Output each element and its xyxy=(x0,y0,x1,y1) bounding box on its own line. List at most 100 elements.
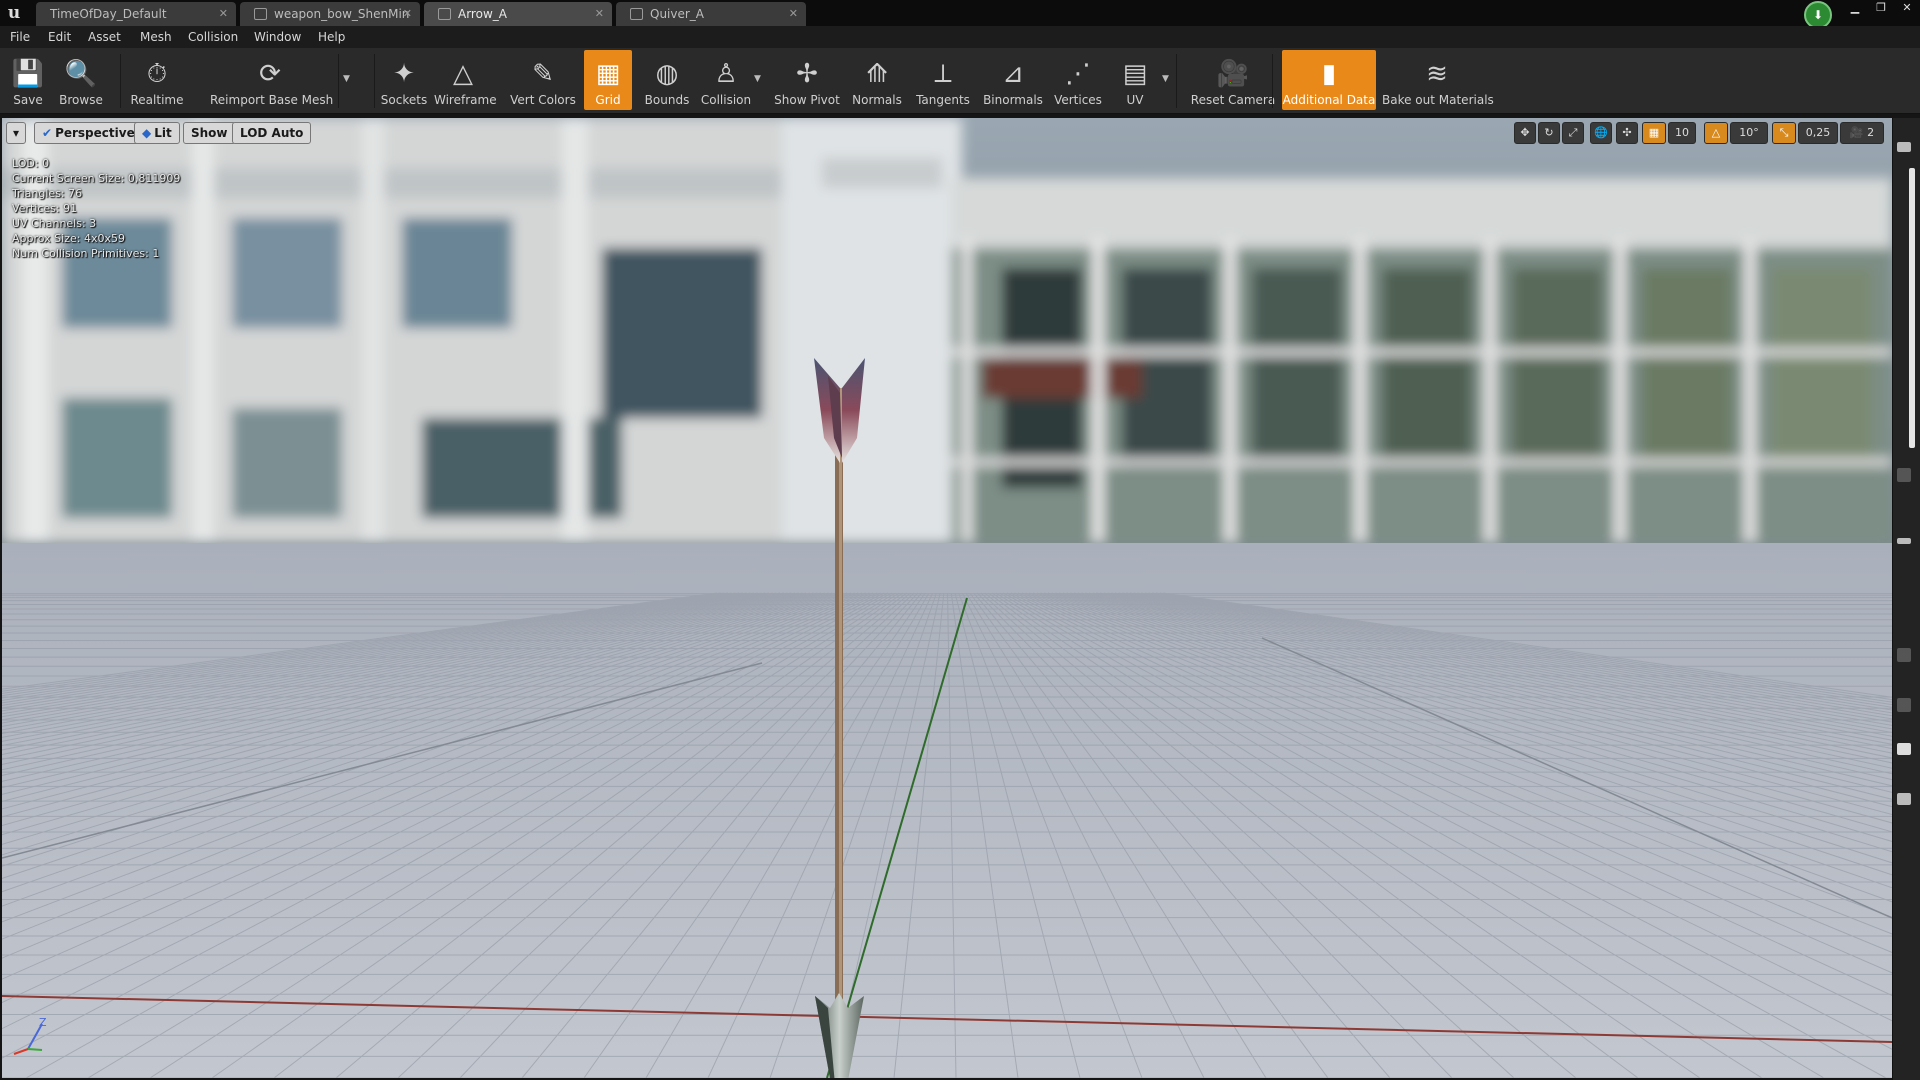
vert-colors-button[interactable]: ✎ Vert Colors xyxy=(500,50,586,110)
vertices-icon: ⋰ xyxy=(1065,59,1091,89)
toolbar-label: Browse xyxy=(59,93,103,107)
toolbar-label: Vertices xyxy=(1054,93,1102,107)
rotate-tool[interactable]: ↻ xyxy=(1538,122,1560,144)
show-pivot-button[interactable]: ✢ Show Pivot xyxy=(770,50,844,110)
additional-data-icon: ▮ xyxy=(1321,59,1337,89)
dropdown-arrow-icon[interactable]: ▼ xyxy=(343,74,350,84)
toolbar-label: Tangents xyxy=(916,93,970,107)
grid-button[interactable]: ▦ Grid xyxy=(584,50,632,110)
viewport-scene[interactable] xyxy=(2,118,1892,1078)
tab-0[interactable]: TimeOfDay_Default ✕ xyxy=(36,2,236,26)
grid-snap-toggle[interactable]: ▦ xyxy=(1642,122,1666,144)
tab-1[interactable]: weapon_bow_ShenMin ✕ xyxy=(240,2,420,26)
realtime-button[interactable]: ⏱ Realtime xyxy=(126,50,188,110)
realtime-icon: ⏱ xyxy=(146,59,168,89)
lighting-mode-button[interactable]: ◆ Lit xyxy=(134,122,180,144)
close-icon[interactable]: ✕ xyxy=(789,2,798,26)
unreal-logo[interactable]: u xyxy=(0,0,28,26)
translate-tool[interactable]: ✥ xyxy=(1514,122,1536,144)
save-button[interactable]: 💾 Save xyxy=(6,50,50,110)
reimport-base-mesh-button[interactable]: ⟳ Reimport Base Mesh xyxy=(210,50,334,110)
close-window-button[interactable]: ✕ xyxy=(1894,0,1920,18)
camera-speed[interactable]: 🎥 2 xyxy=(1840,122,1884,144)
lod-button[interactable]: LOD Auto xyxy=(232,122,312,144)
menu-window[interactable]: Window xyxy=(254,26,301,48)
binormals-button[interactable]: ⊿ Binormals xyxy=(978,50,1048,110)
toolbar-label: Sockets xyxy=(380,93,428,107)
additional-data-button[interactable]: ▮ Additional Data xyxy=(1282,50,1376,110)
wireframe-icon: △ xyxy=(453,59,473,89)
tangents-button[interactable]: ⟂ Tangents xyxy=(908,50,978,110)
property-field[interactable] xyxy=(1897,468,1911,482)
viewport[interactable]: ▾ ✔ Perspective ◆ Lit Show LOD Auto ✥ ↻ ⤢ 🌐 ✣ ▦… xyxy=(2,118,1892,1078)
wireframe-button[interactable]: △ Wireframe xyxy=(434,50,497,110)
toolbar-label: Normals xyxy=(852,93,902,107)
scrollbar[interactable] xyxy=(1909,168,1915,448)
menu-asset[interactable]: Asset xyxy=(88,26,121,48)
expand-arrow-icon[interactable] xyxy=(1897,538,1911,544)
show-flags-button[interactable]: Show xyxy=(183,122,236,144)
checkbox[interactable] xyxy=(1897,743,1911,755)
toolbar-label: Realtime xyxy=(130,93,184,107)
normals-button[interactable]: ⟰ Normals xyxy=(848,50,906,110)
menu-help[interactable]: Help xyxy=(318,26,345,48)
grid-icon: ▦ xyxy=(595,59,621,89)
minimize-button[interactable]: ▁ xyxy=(1842,0,1868,18)
menu-file[interactable]: File xyxy=(10,26,30,48)
bake-out-materials-button[interactable]: ≋ Bake out Materials xyxy=(1382,50,1494,110)
sockets-button[interactable]: ✦ Sockets xyxy=(378,50,430,110)
toolbar-label: Show Pivot xyxy=(774,93,840,107)
close-icon[interactable]: ✕ xyxy=(403,2,412,26)
view-mode-button[interactable]: ✔ Perspective xyxy=(34,122,143,144)
world-local-toggle[interactable]: 🌐 xyxy=(1590,122,1612,144)
rotation-snap-value[interactable]: 10° xyxy=(1730,122,1768,144)
property-field[interactable] xyxy=(1897,698,1911,712)
toolbar-label: Vert Colors xyxy=(510,93,576,107)
vert-colors-icon: ✎ xyxy=(532,59,554,89)
static-mesh-icon xyxy=(438,8,451,20)
menu-edit[interactable]: Edit xyxy=(48,26,71,48)
panel-tab-icon[interactable] xyxy=(1897,142,1911,152)
camera-icon: 🎥 xyxy=(1216,59,1250,89)
scale-snap-value[interactable]: 0,25 xyxy=(1798,122,1838,144)
tab-3[interactable]: Quiver_A ✕ xyxy=(616,2,806,26)
close-icon[interactable]: ✕ xyxy=(219,2,228,26)
dropdown-arrow-icon[interactable]: ▼ xyxy=(1162,74,1169,84)
uv-button[interactable]: ▤ UV xyxy=(1110,50,1160,110)
bounds-button[interactable]: ◍ Bounds xyxy=(640,50,694,110)
close-icon[interactable]: ✕ xyxy=(595,2,604,26)
wrench-icon[interactable] xyxy=(1897,793,1911,805)
viewport-options-menu[interactable]: ▾ xyxy=(6,122,26,144)
tab-2[interactable]: Arrow_A ✕ xyxy=(424,2,612,26)
dropdown-arrow-icon[interactable]: ▼ xyxy=(754,74,761,84)
browse-icon: 🔍 xyxy=(64,59,98,89)
bounds-icon: ◍ xyxy=(655,59,679,89)
toolbar-separator xyxy=(374,54,375,108)
collision-button[interactable]: ♙ Collision xyxy=(694,50,758,110)
menu-collision[interactable]: Collision xyxy=(188,26,238,48)
static-mesh-icon xyxy=(254,8,267,20)
tab-label: weapon_bow_ShenMin xyxy=(274,7,410,21)
maximize-button[interactable]: ❐ xyxy=(1868,0,1894,18)
toolbar-label: Bounds xyxy=(644,93,690,107)
toolbar-label: Reimport Base Mesh xyxy=(210,93,334,107)
stat-line: Vertices: 91 xyxy=(12,202,78,215)
grid-snap-value[interactable]: 10 xyxy=(1668,122,1696,144)
scale-tool[interactable]: ⤢ xyxy=(1562,122,1584,144)
source-control-icon[interactable]: ⬇ xyxy=(1804,1,1832,29)
property-field[interactable] xyxy=(1897,648,1911,662)
browse-button[interactable]: 🔍 Browse xyxy=(50,50,112,110)
rotation-snap-toggle[interactable]: △ xyxy=(1704,122,1728,144)
scale-snap-toggle[interactable]: ⤡ xyxy=(1772,122,1796,144)
stat-line: UV Channels: 3 xyxy=(12,217,97,230)
pivot-icon: ✢ xyxy=(796,59,818,89)
menu-mesh[interactable]: Mesh xyxy=(140,26,172,48)
reset-camera-button[interactable]: 🎥 Reset Camera xyxy=(1188,50,1278,110)
vertices-button[interactable]: ⋰ Vertices xyxy=(1048,50,1108,110)
details-panel-edge[interactable] xyxy=(1892,118,1920,1080)
surface-snap[interactable]: ✣ xyxy=(1616,122,1638,144)
toolbar-separator xyxy=(338,54,339,108)
check-icon: ✔ xyxy=(42,126,53,140)
z-axis-label: Z xyxy=(39,1016,47,1029)
tab-label: Quiver_A xyxy=(650,7,705,21)
